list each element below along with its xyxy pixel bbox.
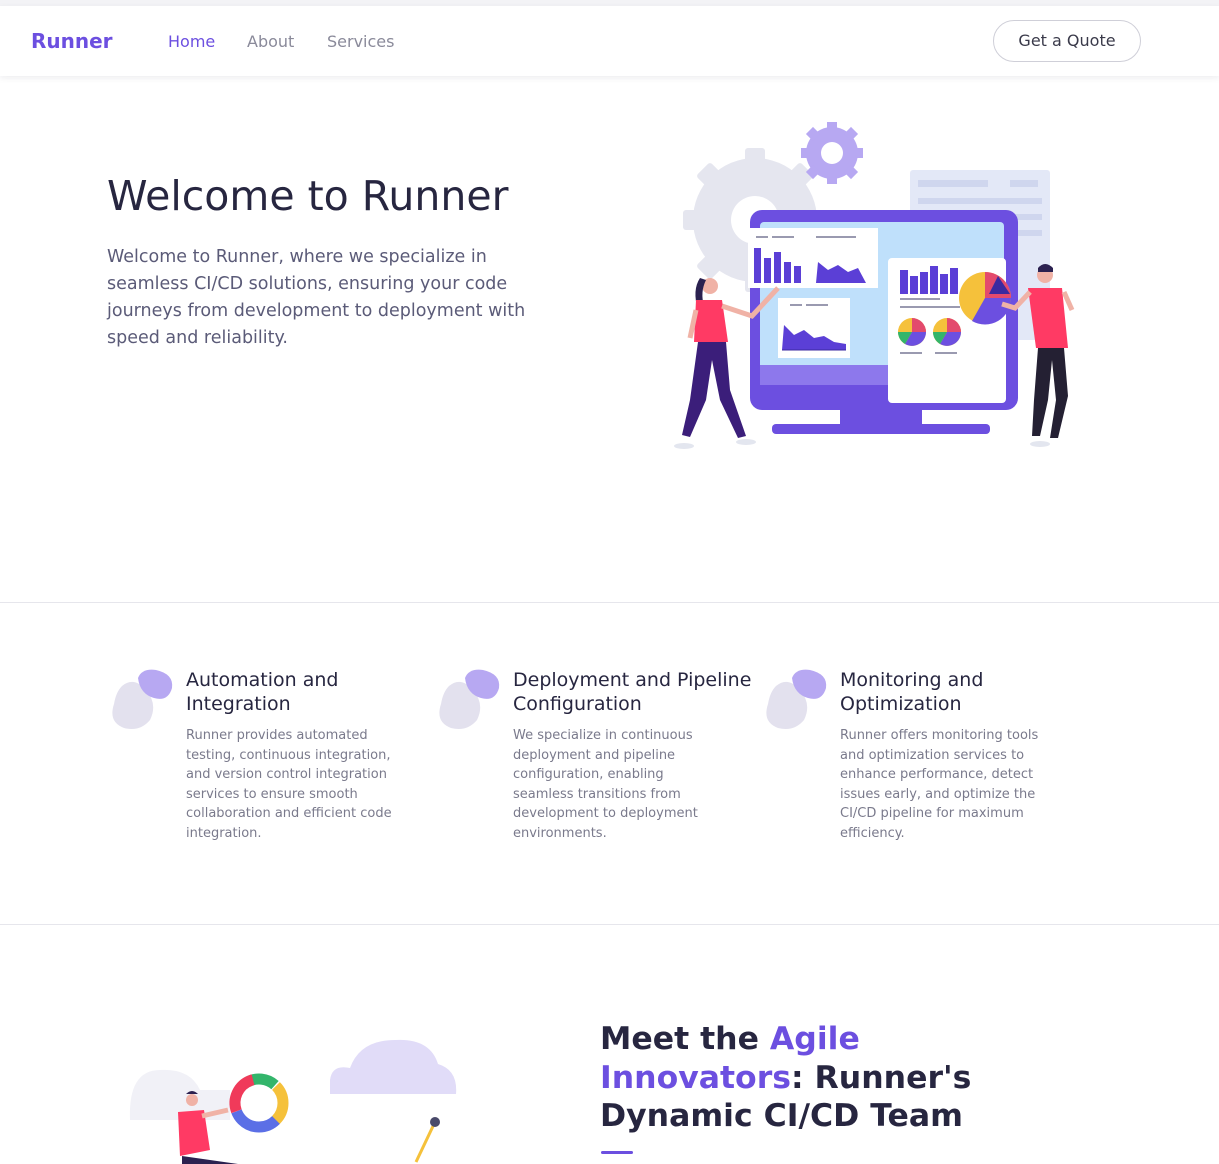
- feature-title: Deployment and Pipeline Configuration: [513, 669, 752, 715]
- feature-description: Runner offers monitoring tools and optim…: [840, 728, 1039, 841]
- feature-title: Monitoring and Optimization: [840, 669, 984, 715]
- feature-title: Automation and Integration: [186, 669, 339, 715]
- area-chart-card: [778, 298, 850, 358]
- nav-home[interactable]: Home: [168, 32, 215, 51]
- brand-logo[interactable]: Runner: [31, 29, 113, 53]
- hero-description: Welcome to Runner, where we specialize i…: [107, 247, 526, 348]
- site-header: Runner Home About Services Get a Quote: [0, 6, 1219, 76]
- nav-about[interactable]: About: [247, 32, 294, 51]
- bar-chart-card: [748, 228, 878, 288]
- hero-title: Welcome to Runner: [107, 172, 509, 220]
- blob-icon: [112, 669, 173, 729]
- nav-services[interactable]: Services: [327, 32, 394, 51]
- team-section-title: Meet the Agile Innovators: Runner's Dyna…: [600, 1020, 1020, 1136]
- section-divider: [0, 602, 1219, 603]
- team-title-prefix: Meet the: [600, 1021, 770, 1057]
- donut-chart-icon: [229, 1073, 289, 1133]
- blob-icon: [766, 669, 827, 729]
- section-divider: [0, 924, 1219, 925]
- get-quote-button[interactable]: Get a Quote: [993, 20, 1141, 62]
- small-gear-icon: [801, 122, 863, 184]
- blob-icon: [439, 669, 500, 729]
- pin-icon: [414, 1117, 440, 1163]
- title-underline: [601, 1151, 633, 1154]
- feature-description: We specialize in continuous deployment a…: [513, 728, 698, 841]
- hero-illustration: [674, 122, 1075, 449]
- feature-description: Runner provides automated testing, conti…: [186, 728, 392, 841]
- team-illustration: [129, 1039, 457, 1164]
